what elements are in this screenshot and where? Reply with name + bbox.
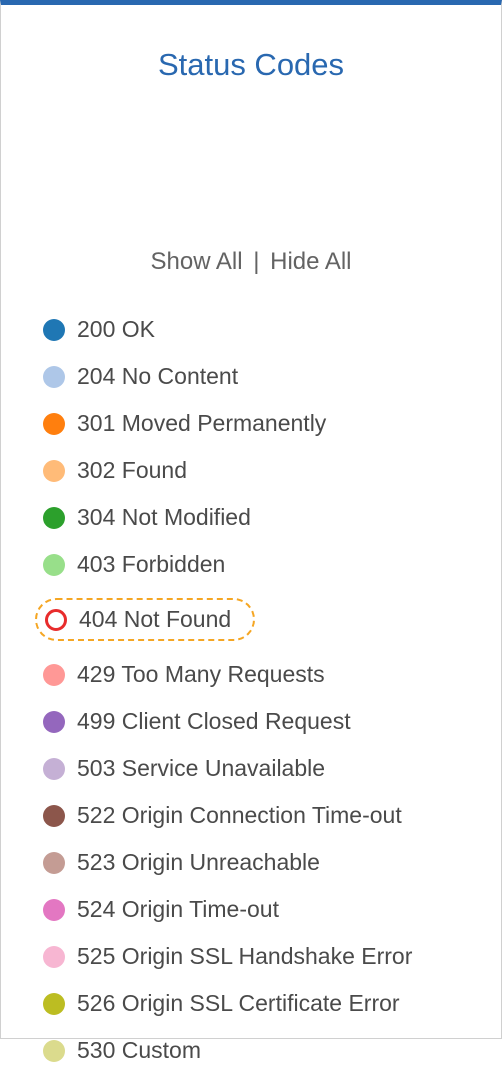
color-swatch-icon xyxy=(43,460,65,482)
legend-list: 200 OK 204 No Content 301 Moved Permanentl… xyxy=(1,276,501,1074)
color-swatch-icon xyxy=(43,852,65,874)
panel-header: Status Codes xyxy=(1,5,501,83)
legend-item-label: 204 No Content xyxy=(77,363,238,390)
show-all-link[interactable]: Show All xyxy=(150,248,242,275)
color-swatch-icon xyxy=(43,319,65,341)
legend-item-label: 301 Moved Permanently xyxy=(77,410,326,437)
legend-item[interactable]: 503 Service Unavailable xyxy=(43,745,501,792)
hide-all-link[interactable]: Hide All xyxy=(270,248,351,275)
legend-item-label: 302 Found xyxy=(77,457,187,484)
legend-item-label: 525 Origin SSL Handshake Error xyxy=(77,943,412,970)
controls-divider: | xyxy=(253,248,259,275)
legend-item[interactable]: 429 Too Many Requests xyxy=(43,651,501,698)
legend-item[interactable]: 204 No Content xyxy=(43,353,501,400)
color-swatch-icon xyxy=(43,507,65,529)
legend-item-label: 499 Client Closed Request xyxy=(77,708,351,735)
page-title: Status Codes xyxy=(1,47,501,83)
legend-item[interactable]: 499 Client Closed Request xyxy=(43,698,501,745)
color-swatch-icon xyxy=(43,758,65,780)
legend-item-label: 523 Origin Unreachable xyxy=(77,849,320,876)
legend-item[interactable]: 301 Moved Permanently xyxy=(43,400,501,447)
color-swatch-icon xyxy=(43,366,65,388)
legend-item[interactable]: 403 Forbidden xyxy=(43,541,501,588)
legend-item-label: 429 Too Many Requests xyxy=(77,661,325,688)
legend-item-label: 200 OK xyxy=(77,316,155,343)
legend-item-label: 503 Service Unavailable xyxy=(77,755,325,782)
color-swatch-icon xyxy=(43,805,65,827)
legend-item[interactable]: 200 OK xyxy=(43,306,501,353)
panel: Status Codes Show All | Hide All 200 OK 2… xyxy=(0,0,502,1039)
legend-item[interactable]: 524 Origin Time-out xyxy=(43,886,501,933)
legend-item-label: 524 Origin Time-out xyxy=(77,896,279,923)
legend-item-label: 530 Custom xyxy=(77,1037,201,1064)
legend-item-label: 526 Origin SSL Certificate Error xyxy=(77,990,400,1017)
legend-item[interactable]: 530 Custom xyxy=(43,1027,501,1074)
color-swatch-icon xyxy=(43,711,65,733)
color-swatch-icon xyxy=(43,664,65,686)
color-swatch-icon xyxy=(43,554,65,576)
color-swatch-icon xyxy=(43,413,65,435)
legend-item-label: 522 Origin Connection Time-out xyxy=(77,802,402,829)
color-swatch-icon xyxy=(43,946,65,968)
color-swatch-icon xyxy=(43,1040,65,1062)
legend-controls: Show All | Hide All xyxy=(1,83,501,276)
color-swatch-icon xyxy=(45,609,67,631)
legend-item[interactable]: 523 Origin Unreachable xyxy=(43,839,501,886)
legend-item[interactable]: 404 Not Found xyxy=(43,588,501,651)
legend-item-label: 403 Forbidden xyxy=(77,551,225,578)
legend-item-label: 304 Not Modified xyxy=(77,504,251,531)
legend-item-label: 404 Not Found xyxy=(79,606,231,633)
color-swatch-icon xyxy=(43,899,65,921)
legend-item[interactable]: 522 Origin Connection Time-out xyxy=(43,792,501,839)
legend-item[interactable]: 526 Origin SSL Certificate Error xyxy=(43,980,501,1027)
legend-item[interactable]: 304 Not Modified xyxy=(43,494,501,541)
color-swatch-icon xyxy=(43,993,65,1015)
legend-item[interactable]: 525 Origin SSL Handshake Error xyxy=(43,933,501,980)
highlighted-item: 404 Not Found xyxy=(35,598,255,641)
legend-item[interactable]: 302 Found xyxy=(43,447,501,494)
